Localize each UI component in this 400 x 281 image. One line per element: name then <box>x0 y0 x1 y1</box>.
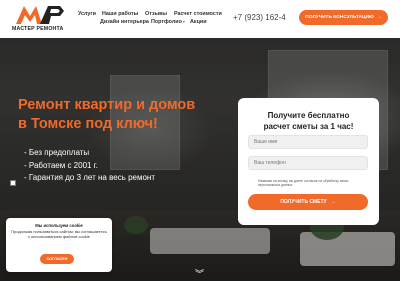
chevron-down-icon: ▾ <box>182 19 185 24</box>
logo-mark-icon <box>16 6 64 24</box>
hero-title-line: Ремонт квартир и домов <box>18 97 196 113</box>
hero-benefits: - Без предоплаты - Работаем с 2001 г. - … <box>24 147 224 185</box>
chevron-down-icon[interactable]: ︾ <box>195 270 204 279</box>
arrow-right-icon: → <box>376 15 382 20</box>
get-estimate-button[interactable]: ПОЛУЧИТЬ СМЕТУ → <box>248 194 368 210</box>
consent-checkbox[interactable] <box>10 180 16 186</box>
logo-text: МАСТЕР РЕМОНТА <box>12 26 64 32</box>
form-title-line: расчет сметы за 1 час! <box>263 122 354 131</box>
main-nav: Услуги Наши работы Отзывы Расчет стоимос… <box>78 11 228 31</box>
nav-item-services[interactable]: Услуги <box>78 11 96 17</box>
site-header: МАСТЕР РЕМОНТА Услуги Наши работы Отзывы… <box>0 0 400 38</box>
cookie-title: Мы используем cookie <box>35 223 83 228</box>
site-logo[interactable]: МАСТЕР РЕМОНТА <box>12 4 68 34</box>
nav-item-portfolio[interactable]: Портфолио▾ <box>151 19 185 25</box>
consultation-button-label: ПОЛУЧИТЬ КОНСУЛЬТАЦИЮ <box>305 15 374 20</box>
hero-title: Ремонт квартир и домов в Томске под ключ… <box>18 96 228 134</box>
nav-item-works[interactable]: Наши работы <box>102 11 138 17</box>
nav-item-interior-design[interactable]: Дизайн интерьера <box>100 19 149 25</box>
phone-number[interactable]: +7 (923) 162-4 <box>233 13 286 22</box>
cookie-accept-button[interactable]: СОГЛАСЕН <box>40 254 74 264</box>
phone-input[interactable] <box>248 156 368 170</box>
form-title-line: Получите бесплатно <box>267 111 350 120</box>
form-title: Получите бесплатно расчет сметы за 1 час… <box>246 110 371 132</box>
name-input[interactable] <box>248 135 368 149</box>
nav-item-portfolio-label: Портфолио <box>151 19 182 25</box>
nav-item-promotions[interactable]: Акции <box>190 19 207 25</box>
hero-title-line: в Томске под ключ! <box>18 116 158 132</box>
benefit-item: - Гарантия до 3 лет на весь ремонт <box>24 173 155 182</box>
arrow-right-icon: → <box>330 199 336 205</box>
consent-text: Нажимая на кнопку, вы даете согласие на … <box>258 179 349 188</box>
cookie-text: Продолжая пользоваться сайтом, вы соглаш… <box>11 229 107 240</box>
consultation-button[interactable]: ПОЛУЧИТЬ КОНСУЛЬТАЦИЮ → <box>299 10 388 25</box>
nav-item-calculation[interactable]: Расчет стоимости <box>174 11 222 17</box>
get-estimate-button-label: ПОЛУЧИТЬ СМЕТУ <box>280 199 327 205</box>
benefit-item: - Без предоплаты <box>24 148 90 157</box>
benefit-item: - Работаем с 2001 г. <box>24 160 98 170</box>
nav-item-reviews[interactable]: Отзывы <box>145 11 167 17</box>
